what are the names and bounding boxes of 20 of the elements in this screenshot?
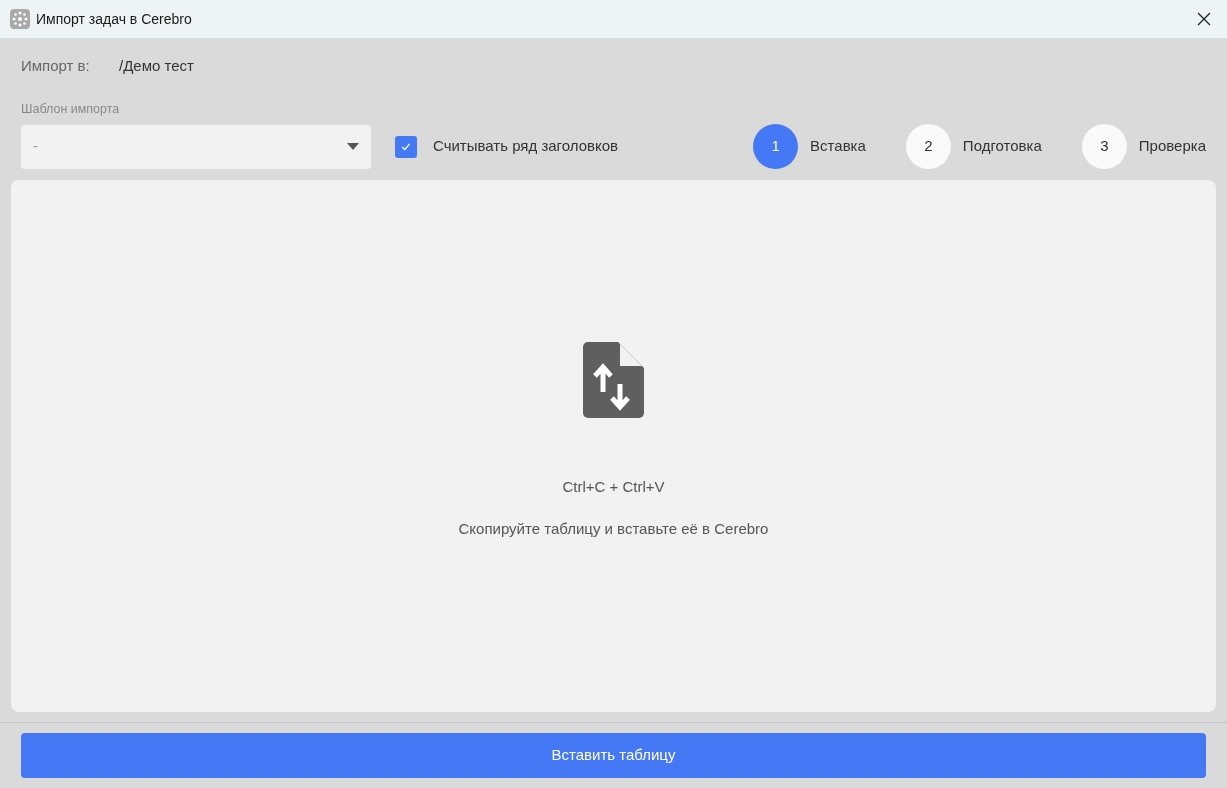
step-label: Вставка (809, 136, 866, 157)
window-title: Импорт задач в Cerebro (36, 9, 192, 29)
shortcut-text: Ctrl+C + Ctrl+V (562, 476, 665, 497)
template-dropdown[interactable]: - (21, 124, 371, 169)
step-label: Подготовка (961, 136, 1042, 157)
step-number[interactable]: 2 (905, 124, 951, 169)
step-number[interactable]: 1 (753, 124, 799, 169)
file-transfer-icon (583, 341, 644, 418)
step-label: Проверка (1137, 136, 1206, 157)
caret-icon (347, 143, 359, 150)
app-logo-icon (10, 9, 30, 29)
import-target-path: /Демо тест (119, 55, 194, 76)
step-number[interactable]: 3 (1081, 124, 1127, 169)
header-row-checkbox[interactable] (395, 135, 417, 158)
import-target-label: Импорт в: (21, 55, 91, 76)
hint-text: Скопируйте таблицу и вставьте её в Cerebro (458, 519, 769, 539)
template-label: Шаблон импорта (21, 102, 120, 116)
paste-table-button[interactable]: Вставить таблицу (21, 733, 1206, 778)
close-icon (1197, 12, 1211, 26)
checkbox-label: Считывать ряд заголовков (433, 136, 619, 157)
